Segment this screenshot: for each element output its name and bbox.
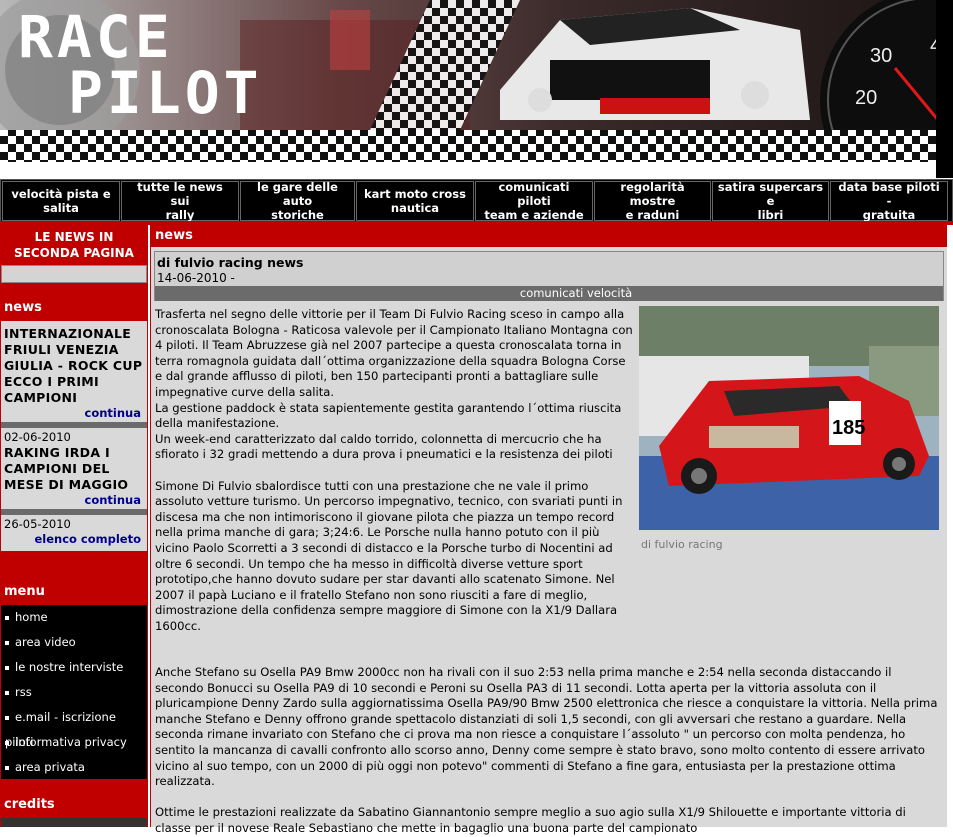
article-header: di fulvio racing news 14-06-2010 - comun… bbox=[154, 251, 944, 301]
svg-text:20: 20 bbox=[855, 87, 877, 109]
site-header-banner: 30 40 20 RACE PILOT bbox=[0, 0, 953, 178]
bullet-icon bbox=[5, 765, 9, 770]
nav-velocita-pista-salita[interactable]: velocità pista e salita bbox=[2, 181, 120, 221]
elenco-completo-link[interactable]: elenco completo bbox=[1, 532, 147, 546]
sidebar-news-title[interactable]: RAKING IRDA I CAMPIONI DEL MESE DI MAGGI… bbox=[1, 445, 147, 493]
article-paragraph: Anche Stefano su Osella PA9 Bmw 2000cc n… bbox=[155, 665, 938, 789]
main-news-heading: news bbox=[151, 225, 947, 247]
article-paragraph: La gestione paddock è stata sapientement… bbox=[155, 400, 622, 431]
seconda-pagina-box bbox=[1, 265, 147, 283]
nav-gare-auto-storiche[interactable]: le gare delle auto storiche bbox=[240, 180, 355, 222]
nav-regolarita-mostre[interactable]: regolarità mostre e raduni bbox=[594, 180, 711, 222]
seconda-pagina-heading[interactable]: LE NEWS IN SECONDA PAGINA bbox=[1, 227, 147, 264]
bullet-icon bbox=[5, 715, 9, 720]
article-paragraph: Simone Di Fulvio sbalordisce tutti con u… bbox=[155, 478, 623, 633]
car-number: 185 bbox=[832, 417, 865, 439]
sidebar-menu: home area video le nostre interviste rss… bbox=[1, 605, 147, 779]
menu-item-area-video[interactable]: area video bbox=[1, 630, 147, 655]
menu-item-home[interactable]: home bbox=[1, 605, 147, 630]
bullet-icon bbox=[5, 665, 9, 670]
sidebar-news-date: 02-06-2010 bbox=[4, 430, 71, 444]
news-separator bbox=[1, 422, 147, 428]
nav-data-base-piloti[interactable]: data base piloti - gratuita bbox=[830, 180, 948, 222]
article-body-full-width: Anche Stefano su Osella PA9 Bmw 2000cc n… bbox=[155, 665, 943, 837]
left-sidebar: LE NEWS IN SECONDA PAGINA news INTERNAZI… bbox=[0, 225, 148, 827]
svg-text:30: 30 bbox=[870, 45, 892, 67]
menu-item-interviste[interactable]: le nostre interviste bbox=[1, 655, 147, 680]
article-category-bar: comunicati velocità bbox=[155, 286, 943, 301]
continua-link[interactable]: continua bbox=[1, 406, 147, 420]
article-photo: 185 bbox=[639, 306, 939, 530]
continua-link[interactable]: continua bbox=[1, 493, 147, 507]
brand-logo-race[interactable]: RACE bbox=[18, 8, 174, 66]
sidebar-menu-heading: menu bbox=[1, 581, 147, 603]
article-title: di fulvio racing news bbox=[157, 255, 304, 270]
article-paragraph: Ottime le prestazioni realizzate da Saba… bbox=[155, 805, 906, 835]
sidebar-news-title[interactable]: INTERNAZIONALE FRIULI VENEZIA GIULIA - R… bbox=[1, 326, 147, 406]
menu-item-rss[interactable]: rss bbox=[1, 680, 147, 705]
bullet-icon bbox=[5, 690, 9, 695]
article-body-column: Trasferta nel segno delle vittorie per i… bbox=[155, 307, 633, 634]
sidebar-news-heading: news bbox=[1, 297, 147, 319]
nav-comunicati-piloti[interactable]: comunicati piloti team e aziende bbox=[475, 180, 593, 222]
brand-logo-pilot[interactable]: PILOT bbox=[68, 64, 263, 122]
top-navigation: velocità pista e salita tutte le news sui… bbox=[0, 179, 953, 223]
menu-item-area-privata[interactable]: area privata bbox=[1, 755, 147, 780]
bullet-icon bbox=[5, 615, 9, 620]
news-separator bbox=[1, 509, 147, 515]
article-paragraph: Un week-end caratterizzato dal caldo tor… bbox=[155, 431, 613, 462]
nav-satira-supercars[interactable]: satira supercars e libri bbox=[712, 180, 829, 222]
main-content: news di fulvio racing news 14-06-2010 - … bbox=[150, 225, 947, 835]
sidebar-credits-heading: credits bbox=[1, 794, 147, 816]
nav-kart-moto-cross[interactable]: kart moto cross nautica bbox=[356, 181, 474, 221]
photo-caption: di fulvio racing bbox=[641, 538, 723, 551]
menu-item-email-iscrizione[interactable]: e.mail - iscrizione piloti bbox=[1, 705, 147, 749]
sidebar-news-date: 26-05-2010 bbox=[4, 517, 71, 531]
nav-news-rally[interactable]: tutte le news sui rally bbox=[121, 180, 239, 222]
menu-item-privacy[interactable]: informativa privacy bbox=[1, 730, 147, 755]
article-category[interactable]: comunicati velocità bbox=[466, 286, 632, 300]
bullet-icon bbox=[5, 740, 9, 745]
credits-box bbox=[1, 818, 147, 827]
bullet-icon bbox=[5, 640, 9, 645]
sidebar-news-list: INTERNAZIONALE FRIULI VENEZIA GIULIA - R… bbox=[1, 321, 147, 551]
article-date: 14-06-2010 - bbox=[157, 271, 235, 285]
article-paragraph: Trasferta nel segno delle vittorie per i… bbox=[155, 307, 633, 399]
